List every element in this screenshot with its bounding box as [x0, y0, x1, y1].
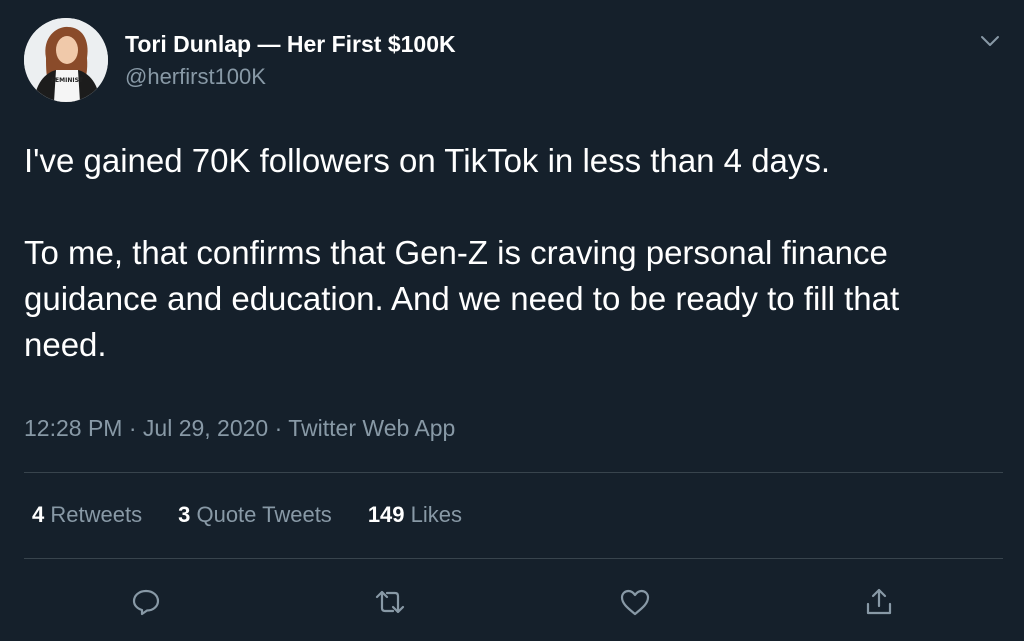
divider — [24, 472, 1003, 473]
shirt-text: FEMINIST — [51, 77, 84, 84]
tweet-text: I've gained 70K followers on TikTok in l… — [24, 138, 984, 368]
likes-count: 149 — [367, 502, 405, 527]
retweets-stat[interactable]: 4 Retweets — [32, 502, 142, 528]
share-button[interactable] — [861, 584, 897, 620]
retweet-icon — [375, 590, 405, 614]
tweet-time[interactable]: 12:28 PM — [24, 415, 122, 441]
quote-tweets-count: 3 — [178, 502, 191, 527]
tweet-paragraph: I've gained 70K followers on TikTok in l… — [24, 142, 831, 179]
heart-icon — [620, 589, 650, 616]
tweet-stats: 4 Retweets 3 Quote Tweets 149 Likes — [32, 502, 462, 528]
more-options-button[interactable] — [975, 28, 1005, 54]
share-icon — [866, 588, 892, 615]
meta-separator: · — [128, 415, 137, 441]
meta-separator: · — [274, 415, 283, 441]
retweets-count: 4 — [32, 502, 45, 527]
quote-tweets-label: Quote Tweets — [196, 502, 332, 527]
tweet-date[interactable]: Jul 29, 2020 — [143, 415, 268, 441]
chevron-down-icon — [981, 36, 999, 46]
user-handle[interactable]: @herfirst100K — [125, 64, 266, 90]
likes-stat[interactable]: 149 Likes — [368, 502, 462, 528]
display-name[interactable]: Tori Dunlap — Her First $100K — [125, 31, 456, 58]
tweet-paragraph: To me, that confirms that Gen-Z is cravi… — [24, 234, 900, 363]
avatar[interactable]: FEMINIST — [24, 18, 108, 102]
reply-icon — [132, 589, 160, 616]
tweet-card: FEMINIST Tori Dunlap — Her First $100K @… — [0, 0, 1024, 641]
divider — [24, 558, 1003, 559]
tweet-source[interactable]: Twitter Web App — [288, 415, 455, 441]
likes-label: Likes — [410, 502, 463, 527]
quote-tweets-stat[interactable]: 3 Quote Tweets — [178, 502, 332, 528]
retweets-label: Retweets — [50, 502, 143, 527]
avatar-photo: FEMINIST — [24, 18, 108, 102]
like-button[interactable] — [617, 584, 653, 620]
reply-button[interactable] — [128, 584, 164, 620]
tweet-meta: 12:28 PM · Jul 29, 2020 · Twitter Web Ap… — [24, 415, 455, 442]
retweet-button[interactable] — [372, 584, 408, 620]
